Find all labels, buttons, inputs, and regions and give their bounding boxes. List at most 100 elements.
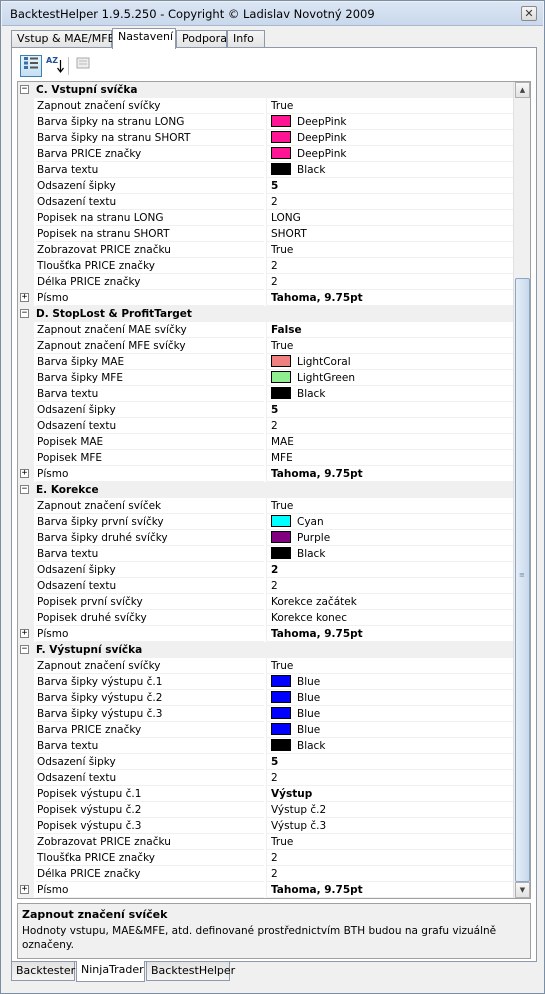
- property-value[interactable]: Black: [266, 386, 514, 402]
- property-row[interactable]: Popisek první svíčky Korekce začátek: [18, 594, 514, 610]
- tab-podpora[interactable]: Podpora: [176, 30, 227, 48]
- property-row[interactable]: Barva textu Black: [18, 162, 514, 178]
- property-row[interactable]: Zapnout značení svíčky True: [18, 98, 514, 114]
- property-row[interactable]: Odsazení textu 2: [18, 770, 514, 786]
- alphabetical-icon[interactable]: AZ: [43, 55, 65, 77]
- property-row[interactable]: Odsazení šipky 5: [18, 178, 514, 194]
- property-value[interactable]: 5: [266, 754, 514, 770]
- property-value[interactable]: 2: [266, 258, 514, 274]
- property-value[interactable]: 2: [266, 274, 514, 290]
- property-row[interactable]: Popisek výstupu č.2 Výstup č.2: [18, 802, 514, 818]
- property-value[interactable]: LightGreen: [266, 370, 514, 386]
- property-row[interactable]: Barva PRICE značky DeepPink: [18, 146, 514, 162]
- property-value[interactable]: True: [266, 658, 514, 674]
- expand-icon[interactable]: +: [20, 885, 29, 894]
- property-value[interactable]: 5: [266, 178, 514, 194]
- property-row[interactable]: Odsazení textu 2: [18, 578, 514, 594]
- property-row[interactable]: Popisek výstupu č.1 Výstup: [18, 786, 514, 802]
- vertical-scrollbar[interactable]: ▲ ≡ ▼: [513, 82, 530, 898]
- property-pages-icon[interactable]: [72, 55, 94, 77]
- property-row[interactable]: Barva PRICE značky Blue: [18, 722, 514, 738]
- property-row[interactable]: Barva šipky MFE LightGreen: [18, 370, 514, 386]
- property-row[interactable]: Popisek MAE MAE: [18, 434, 514, 450]
- scroll-up-button[interactable]: ▲: [515, 82, 530, 98]
- property-row[interactable]: Odsazení šipky 5: [18, 754, 514, 770]
- collapse-icon[interactable]: −: [20, 485, 29, 494]
- property-value[interactable]: 2: [266, 418, 514, 434]
- property-row[interactable]: Barva textu Black: [18, 546, 514, 562]
- tab-backtester[interactable]: Backtester: [11, 962, 75, 981]
- property-row[interactable]: Zapnout značení svíčky True: [18, 658, 514, 674]
- property-value[interactable]: Blue: [266, 674, 514, 690]
- property-row[interactable]: Barva šipky MAE LightCoral: [18, 354, 514, 370]
- property-value[interactable]: Purple: [266, 530, 514, 546]
- property-value[interactable]: DeepPink: [266, 114, 514, 130]
- category-row[interactable]: − D. StopLost & ProfitTarget: [18, 306, 514, 322]
- property-row[interactable]: Popisek druhé svíčky Korekce konec: [18, 610, 514, 626]
- property-row[interactable]: Popisek MFE MFE: [18, 450, 514, 466]
- property-row[interactable]: + Písmo Tahoma, 9.75pt: [18, 626, 514, 642]
- property-row[interactable]: Zapnout značení MAE svíčky False: [18, 322, 514, 338]
- property-value[interactable]: True: [266, 834, 514, 850]
- property-row[interactable]: Zobrazovat PRICE značku True: [18, 834, 514, 850]
- property-value[interactable]: True: [266, 338, 514, 354]
- property-value[interactable]: 2: [266, 770, 514, 786]
- property-row[interactable]: Zobrazovat PRICE značku True: [18, 242, 514, 258]
- property-row[interactable]: Barva textu Black: [18, 738, 514, 754]
- property-row[interactable]: Barva šipky výstupu č.1 Blue: [18, 674, 514, 690]
- property-value[interactable]: Tahoma, 9.75pt: [266, 466, 514, 482]
- tab-vstup-mae-mfe[interactable]: Vstup & MAE/MFE: [11, 30, 115, 48]
- expand-icon[interactable]: +: [20, 629, 29, 638]
- property-value[interactable]: MAE: [266, 434, 514, 450]
- property-value[interactable]: SHORT: [266, 226, 514, 242]
- scroll-thumb[interactable]: ≡: [515, 278, 530, 882]
- property-value[interactable]: False: [266, 322, 514, 338]
- property-value[interactable]: Tahoma, 9.75pt: [266, 626, 514, 642]
- property-value[interactable]: Blue: [266, 722, 514, 738]
- property-value[interactable]: 5: [266, 402, 514, 418]
- property-row[interactable]: Odsazení textu 2: [18, 418, 514, 434]
- property-row[interactable]: Popisek na stranu LONG LONG: [18, 210, 514, 226]
- property-row[interactable]: + Písmo Tahoma, 9.75pt: [18, 466, 514, 482]
- property-row[interactable]: Barva šipky na stranu SHORT DeepPink: [18, 130, 514, 146]
- property-row[interactable]: Barva šipky první svíčky Cyan: [18, 514, 514, 530]
- collapse-icon[interactable]: −: [20, 645, 29, 654]
- property-value[interactable]: DeepPink: [266, 146, 514, 162]
- property-row[interactable]: Barva šipky na stranu LONG DeepPink: [18, 114, 514, 130]
- property-row[interactable]: Zapnout značení MFE svíčky True: [18, 338, 514, 354]
- property-value[interactable]: DeepPink: [266, 130, 514, 146]
- property-value[interactable]: 2: [266, 562, 514, 578]
- property-row[interactable]: Odsazení šipky 5: [18, 402, 514, 418]
- category-row[interactable]: − E. Korekce: [18, 482, 514, 498]
- expand-icon[interactable]: +: [20, 469, 29, 478]
- property-value[interactable]: Tahoma, 9.75pt: [266, 882, 514, 898]
- property-value[interactable]: LightCoral: [266, 354, 514, 370]
- property-value[interactable]: Black: [266, 162, 514, 178]
- property-row[interactable]: Délka PRICE značky 2: [18, 866, 514, 882]
- property-row[interactable]: + Písmo Tahoma, 9.75pt: [18, 290, 514, 306]
- property-row[interactable]: Popisek výstupu č.3 Výstup č.3: [18, 818, 514, 834]
- property-row[interactable]: Tloušťka PRICE značky 2: [18, 258, 514, 274]
- property-value[interactable]: MFE: [266, 450, 514, 466]
- property-value[interactable]: 2: [266, 850, 514, 866]
- property-row[interactable]: Barva šipky druhé svíčky Purple: [18, 530, 514, 546]
- property-value[interactable]: Blue: [266, 706, 514, 722]
- property-value[interactable]: True: [266, 242, 514, 258]
- close-button[interactable]: ✕: [521, 6, 537, 21]
- collapse-icon[interactable]: −: [20, 85, 29, 94]
- property-row[interactable]: Barva textu Black: [18, 386, 514, 402]
- property-row[interactable]: Délka PRICE značky 2: [18, 274, 514, 290]
- property-row[interactable]: + Písmo Tahoma, 9.75pt: [18, 882, 514, 898]
- tab-backtesthelper[interactable]: BacktestHelper: [146, 962, 235, 981]
- tab-info[interactable]: Info: [227, 30, 265, 48]
- property-row[interactable]: Odsazení šipky 2: [18, 562, 514, 578]
- property-value[interactable]: True: [266, 498, 514, 514]
- scroll-down-button[interactable]: ▼: [515, 882, 530, 898]
- tab-nastaveni[interactable]: Nastavení: [112, 28, 176, 49]
- property-value[interactable]: Cyan: [266, 514, 514, 530]
- property-value[interactable]: Korekce konec: [266, 610, 514, 626]
- property-value[interactable]: Black: [266, 546, 514, 562]
- property-value[interactable]: Výstup č.2: [266, 802, 514, 818]
- category-row[interactable]: − F. Výstupní svíčka: [18, 642, 514, 658]
- property-value[interactable]: Korekce začátek: [266, 594, 514, 610]
